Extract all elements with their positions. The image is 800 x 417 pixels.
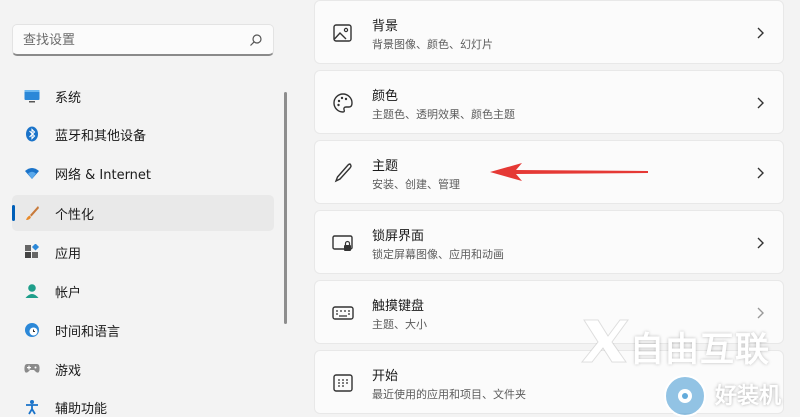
watermark-text: 自由互联 — [630, 330, 770, 370]
card-title: 触摸键盘 — [372, 299, 425, 314]
chevron-right-icon — [757, 167, 764, 179]
card-title: 开始 — [372, 369, 399, 384]
sidebar-item-network[interactable]: 网络 & Internet — [12, 155, 274, 191]
monitor-icon — [24, 88, 40, 104]
card-title: 锁屏界面 — [372, 229, 425, 244]
card-lock-screen[interactable]: 锁屏界面 锁定屏幕图像、应用和动画 — [314, 210, 784, 274]
globe-clock-icon — [24, 322, 40, 338]
sidebar-item-label: 系统 — [55, 90, 82, 106]
watermark-badge-icon — [664, 375, 706, 417]
lock-screen-icon — [332, 235, 353, 251]
sidebar-item-time-language[interactable]: 时间和语言 — [12, 312, 274, 348]
account-icon — [24, 283, 40, 299]
watermark-logo-icon — [580, 319, 629, 363]
card-title: 颜色 — [372, 89, 399, 104]
annotation-arrow-icon — [490, 163, 648, 181]
apps-icon — [24, 244, 40, 260]
card-colors[interactable]: 颜色 主题色、透明效果、颜色主题 — [314, 70, 784, 134]
accessibility-icon — [24, 399, 40, 415]
sidebar-item-gaming[interactable]: 游戏 — [12, 351, 274, 387]
sidebar-item-system[interactable]: 系统 — [12, 78, 274, 114]
picture-icon — [333, 24, 352, 42]
search-box[interactable] — [12, 24, 274, 56]
sidebar-item-label: 游戏 — [55, 363, 82, 379]
keyboard-icon — [332, 306, 354, 320]
pen-icon — [334, 163, 352, 183]
sidebar-item-label: 辅助功能 — [55, 401, 108, 417]
sidebar-item-label: 时间和语言 — [55, 324, 121, 340]
sidebar-item-accounts[interactable]: 帐户 — [12, 273, 274, 309]
chevron-right-icon — [757, 97, 764, 109]
bluetooth-icon — [24, 126, 40, 142]
search-input[interactable] — [23, 25, 243, 55]
card-title: 主题 — [372, 159, 399, 174]
sidebar-scrollbar[interactable] — [284, 92, 287, 324]
card-title: 背景 — [372, 19, 399, 34]
card-background[interactable]: 背景 背景图像、颜色、幻灯片 — [314, 0, 784, 64]
card-subtitle: 主题色、透明效果、颜色主题 — [372, 108, 515, 121]
brush-icon — [24, 205, 40, 221]
chevron-right-icon — [757, 307, 764, 319]
card-subtitle: 安装、创建、管理 — [372, 178, 460, 191]
chevron-right-icon — [757, 27, 764, 39]
search-icon[interactable] — [249, 33, 263, 47]
sidebar-item-label: 应用 — [55, 246, 82, 262]
sidebar-item-personalization[interactable]: 个性化 — [12, 195, 274, 231]
palette-icon — [333, 93, 353, 113]
sidebar-item-label: 个性化 — [55, 207, 95, 223]
chevron-right-icon — [757, 237, 764, 249]
sidebar-item-label: 网络 & Internet — [55, 167, 152, 183]
sidebar-item-bluetooth[interactable]: 蓝牙和其他设备 — [12, 116, 274, 152]
card-subtitle: 背景图像、颜色、幻灯片 — [372, 38, 493, 51]
wifi-icon — [24, 165, 40, 181]
card-subtitle: 锁定屏幕图像、应用和动画 — [372, 248, 504, 261]
card-subtitle: 最近使用的应用和项目、文件夹 — [372, 388, 526, 401]
sidebar-item-label: 蓝牙和其他设备 — [55, 128, 147, 144]
sidebar-item-label: 帐户 — [55, 285, 82, 301]
watermark-text: 好装机 — [715, 384, 782, 409]
sidebar: 系统 蓝牙和其他设备 网络 & Internet 个性化 应用 帐户 — [0, 0, 290, 417]
card-subtitle: 主题、大小 — [372, 318, 427, 331]
sidebar-item-accessibility[interactable]: 辅助功能 — [12, 389, 274, 417]
gamepad-icon — [24, 361, 40, 377]
start-menu-icon — [333, 374, 353, 392]
sidebar-item-apps[interactable]: 应用 — [12, 234, 274, 270]
